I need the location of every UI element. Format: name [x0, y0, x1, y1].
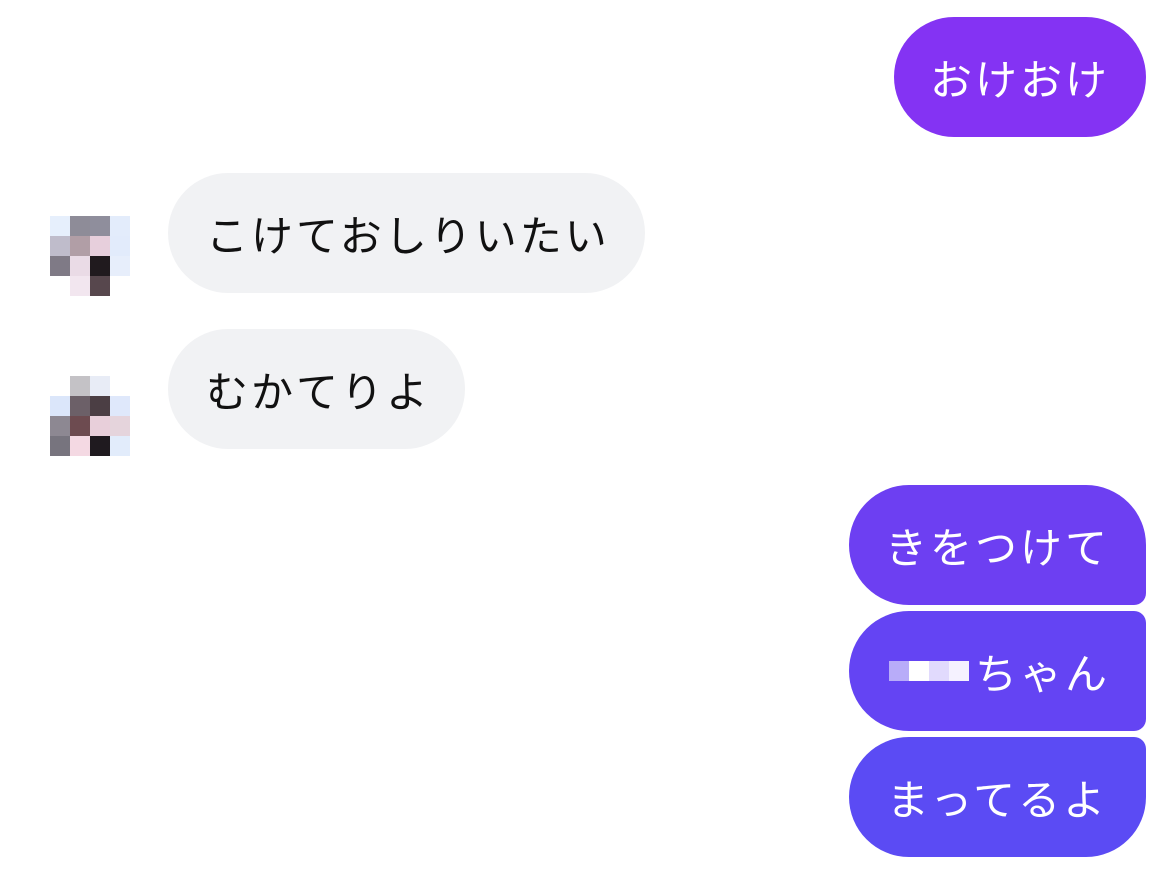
message-text: むかてりよ	[206, 367, 432, 417]
redacted-name-pixels	[888, 661, 969, 681]
message-text: きをつけて	[885, 523, 1111, 573]
sent-message-bubble[interactable]: ちゃん	[849, 611, 1146, 731]
sent-message-bubble[interactable]: まってるよ	[849, 737, 1146, 857]
message-text: こけておしりいたい	[206, 211, 610, 261]
sent-message-bubble[interactable]: おけおけ	[894, 17, 1146, 137]
sent-message-bubble[interactable]: きをつけて	[849, 485, 1146, 605]
message-text: ちゃん	[974, 649, 1110, 699]
contact-avatar[interactable]	[50, 216, 130, 296]
message-text: おけおけ	[930, 55, 1111, 105]
received-message-bubble[interactable]: こけておしりいたい	[168, 173, 645, 293]
contact-avatar[interactable]	[50, 376, 130, 456]
message-text: まってるよ	[886, 775, 1109, 825]
received-message-bubble[interactable]: むかてりよ	[168, 329, 465, 449]
